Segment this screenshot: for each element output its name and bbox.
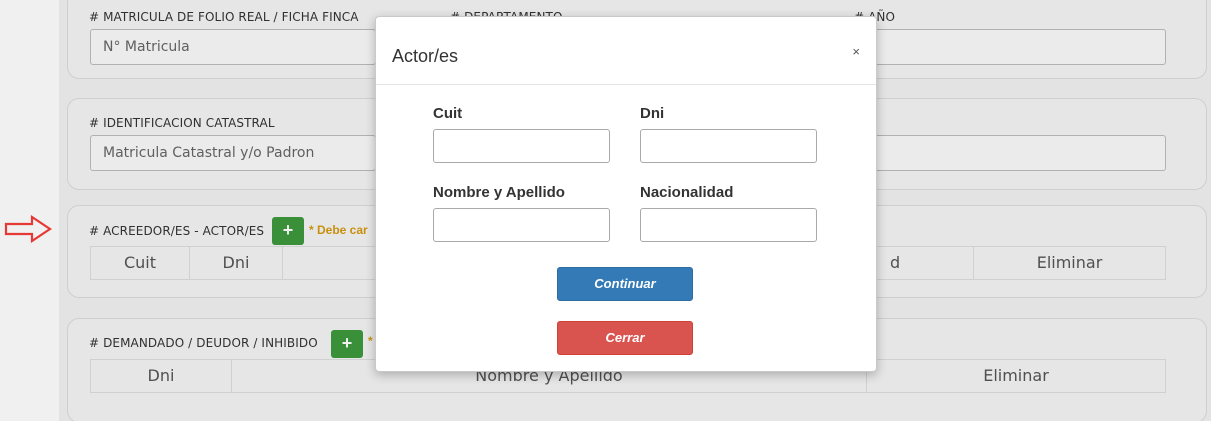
actor-modal: Actor/es × Cuit Dni Nombre y Apellido Na… bbox=[375, 16, 877, 372]
continuar-button[interactable]: Continuar bbox=[557, 267, 693, 301]
modal-title: Actor/es bbox=[392, 46, 459, 66]
dni-input[interactable] bbox=[640, 129, 817, 163]
nombre-label: Nombre y Apellido bbox=[433, 184, 565, 201]
nacionalidad-label: Nacionalidad bbox=[640, 184, 734, 201]
right-arrow-icon bbox=[4, 215, 52, 243]
dni-label: Dni bbox=[640, 105, 665, 122]
modal-header: Actor/es × bbox=[376, 17, 876, 85]
nacionalidad-input[interactable] bbox=[640, 208, 817, 242]
cuit-label: Cuit bbox=[433, 105, 463, 122]
cuit-input[interactable] bbox=[433, 129, 610, 163]
cerrar-button[interactable]: Cerrar bbox=[557, 321, 693, 355]
nombre-input[interactable] bbox=[433, 208, 610, 242]
close-icon[interactable]: × bbox=[852, 44, 860, 59]
